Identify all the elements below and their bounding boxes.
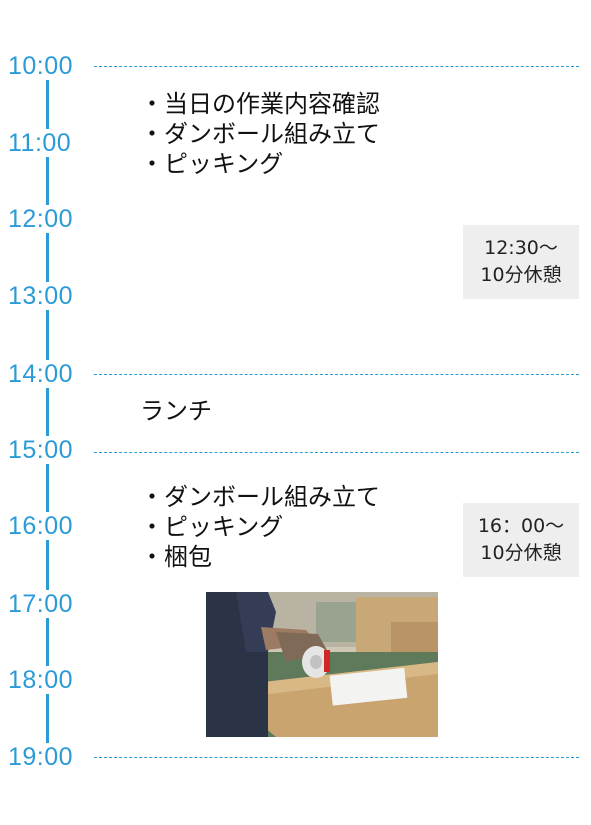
divider-10 (94, 66, 579, 67)
hour-label-17: 17:00 (8, 590, 74, 618)
list-item: 梱包 (140, 542, 380, 572)
break-time: 12:30～ (484, 237, 558, 259)
hour-label-13: 13:00 (8, 282, 74, 310)
lunch-label: ランチ (140, 397, 212, 425)
timeline-vertical-line (46, 80, 49, 747)
hour-label-12: 12:00 (8, 205, 74, 233)
break-time: 16：00～ (477, 515, 565, 537)
list-item: ピッキング (140, 149, 380, 179)
hour-label-18: 18:00 (8, 666, 74, 694)
break-duration: 10分休憩 (480, 264, 562, 286)
packing-photo-illustration (206, 592, 438, 737)
divider-19 (94, 757, 579, 758)
hour-label-19: 19:00 (8, 743, 74, 771)
list-item: 当日の作業内容確認 (140, 89, 380, 119)
afternoon-break-box: 16：00～ 10分休憩 (463, 503, 579, 577)
divider-15 (94, 452, 579, 453)
morning-task-list: 当日の作業内容確認 ダンボール組み立て ピッキング (140, 89, 380, 179)
hour-label-10: 10:00 (8, 52, 74, 80)
divider-14 (94, 374, 579, 375)
list-item: ピッキング (140, 512, 380, 542)
hour-label-15: 15:00 (8, 436, 74, 464)
break-duration: 10分休憩 (480, 542, 562, 564)
list-item: ダンボール組み立て (140, 482, 380, 512)
morning-break-box: 12:30～ 10分休憩 (463, 225, 579, 299)
hour-label-11: 11:00 (8, 129, 72, 157)
hour-label-16: 16:00 (8, 512, 74, 540)
hour-label-14: 14:00 (8, 360, 74, 388)
packing-photo (206, 592, 438, 737)
list-item: ダンボール組み立て (140, 119, 380, 149)
afternoon-task-list: ダンボール組み立て ピッキング 梱包 (140, 482, 380, 572)
